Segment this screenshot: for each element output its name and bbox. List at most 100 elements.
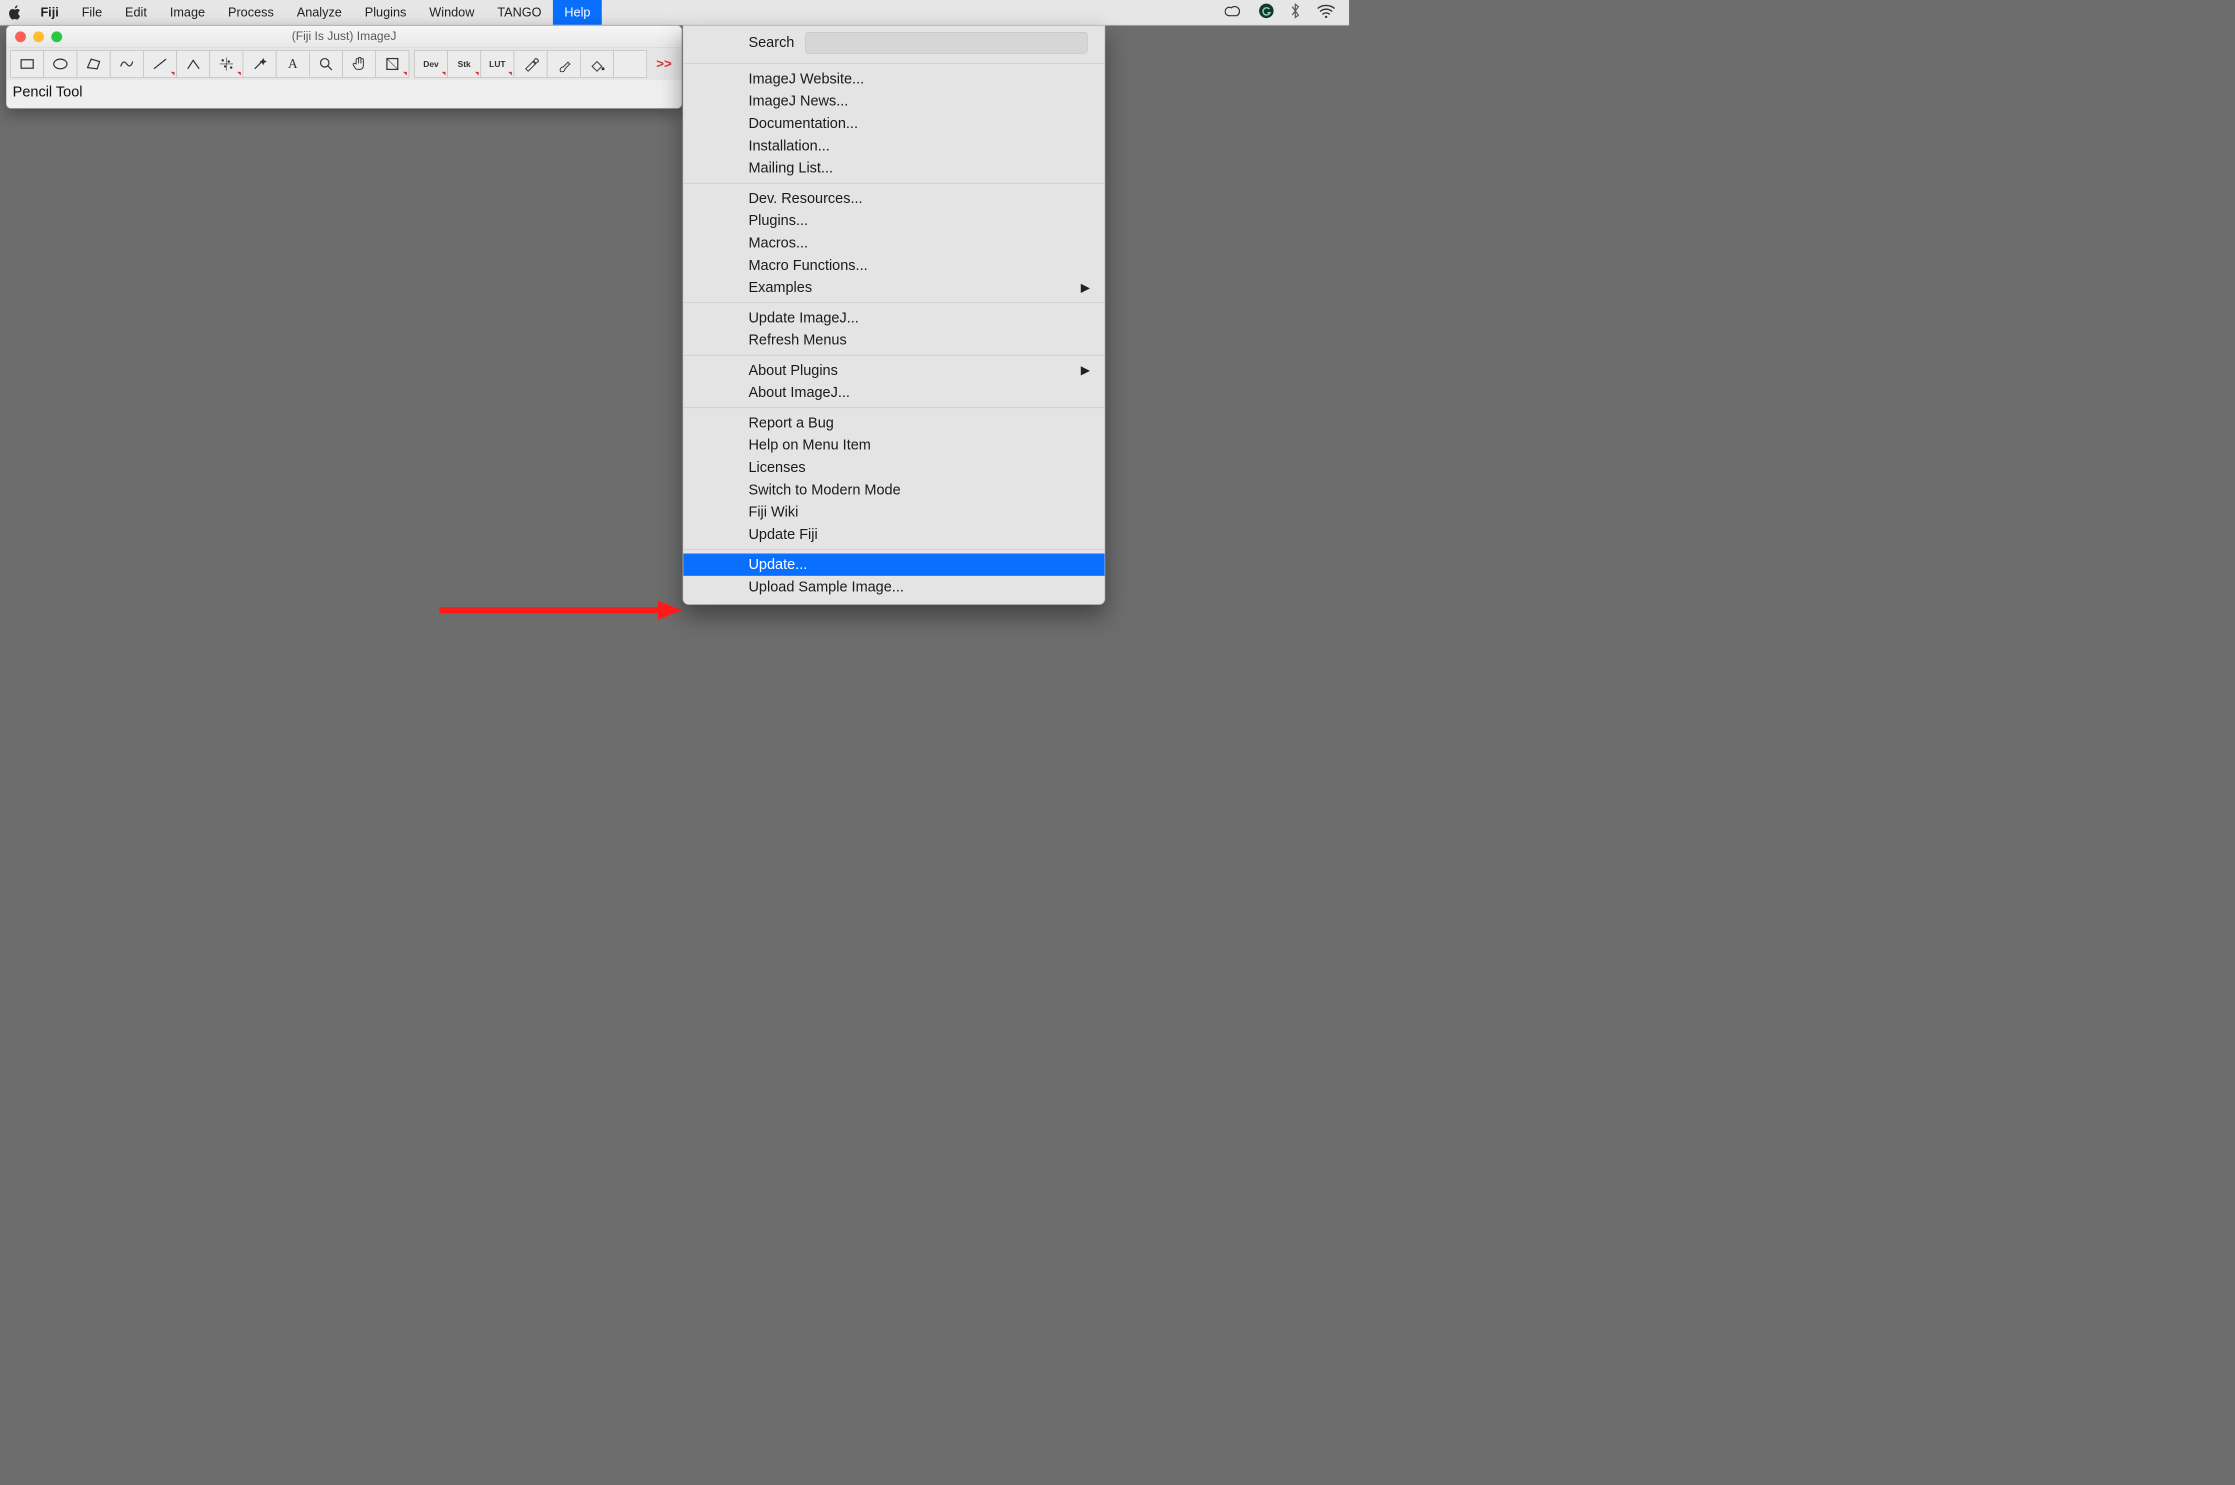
help-menu-item-about-plugins[interactable]: About Plugins ▶ (683, 359, 1104, 381)
menu-item-tango[interactable]: TANGO (486, 0, 553, 25)
menu-separator (683, 183, 1104, 184)
help-menu-item-dev-resources[interactable]: Dev. Resources... (683, 187, 1104, 209)
color-picker-tool-icon (384, 56, 401, 73)
help-menu-item-macros[interactable]: Macros... (683, 232, 1104, 254)
flood-fill-tool-icon (589, 56, 606, 73)
hand-tool-icon (351, 56, 368, 73)
lut-tool[interactable]: LUT (480, 50, 514, 78)
help-menu-item-installation[interactable]: Installation... (683, 135, 1104, 157)
help-search-input[interactable] (805, 32, 1087, 54)
grammarly-icon[interactable] (1259, 3, 1275, 22)
help-menu-item-upload-sample-image[interactable]: Upload Sample Image... (683, 576, 1104, 598)
help-search-label: Search (748, 34, 794, 51)
dropdown-indicator-icon (171, 72, 175, 76)
hand-tool[interactable] (342, 50, 376, 78)
menu-item-edit[interactable]: Edit (114, 0, 159, 25)
wifi-icon[interactable] (1316, 3, 1335, 21)
window-zoom-button[interactable] (51, 31, 62, 42)
dropdown-indicator-icon (237, 72, 241, 76)
help-menu-item-mailing-list[interactable]: Mailing List... (683, 157, 1104, 179)
help-menu-item-licenses[interactable]: Licenses (683, 456, 1104, 478)
help-menu-item-refresh-menus[interactable]: Refresh Menus (683, 329, 1104, 351)
window-controls (15, 31, 62, 42)
menu-item-process[interactable]: Process (217, 0, 286, 25)
menu-item-help[interactable]: Help (553, 0, 602, 25)
menu-item-image[interactable]: Image (158, 0, 216, 25)
help-menu-item-update-imagej[interactable]: Update ImageJ... (683, 307, 1104, 329)
empty-tool[interactable] (613, 50, 647, 78)
help-menu-item-report-a-bug[interactable]: Report a Bug (683, 412, 1104, 434)
menu-item-label: Examples (748, 279, 812, 296)
rectangle-tool[interactable] (10, 50, 44, 78)
help-menu-item-about-imagej[interactable]: About ImageJ... (683, 381, 1104, 403)
more-tools[interactable]: >> (652, 50, 676, 78)
stacks-tool[interactable]: Stk (447, 50, 481, 78)
menu-item-label: Refresh Menus (748, 332, 846, 349)
menu-separator (683, 302, 1104, 303)
help-menu-item-help-on-menu-item[interactable]: Help on Menu Item (683, 434, 1104, 456)
polygon-tool[interactable] (77, 50, 111, 78)
menu-item-label: Licenses (748, 459, 805, 476)
menu-app-name[interactable]: Fiji (29, 0, 70, 25)
menu-item-label: Documentation... (748, 115, 858, 132)
macos-menubar: Fiji FileEditImageProcessAnalyzePluginsW… (0, 0, 1349, 25)
menu-item-label: Dev. Resources... (748, 190, 862, 207)
bluetooth-icon[interactable] (1290, 2, 1301, 23)
freehand-tool-icon (118, 56, 135, 73)
menu-item-label: Installation... (748, 137, 829, 154)
help-menu-item-examples[interactable]: Examples ▶ (683, 276, 1104, 298)
magnify-tool[interactable] (309, 50, 343, 78)
menu-item-label: ImageJ Website... (748, 70, 864, 87)
line-tool-icon (152, 56, 169, 73)
angle-tool[interactable] (176, 50, 210, 78)
menu-item-plugins[interactable]: Plugins (353, 0, 418, 25)
menu-separator (683, 549, 1104, 550)
paintbrush-tool[interactable] (547, 50, 581, 78)
help-menu-item-imagej-website[interactable]: ImageJ Website... (683, 68, 1104, 90)
freehand-tool[interactable] (110, 50, 144, 78)
multipoint-tool[interactable] (209, 50, 243, 78)
line-tool[interactable] (143, 50, 177, 78)
help-menu-item-imagej-news[interactable]: ImageJ News... (683, 90, 1104, 112)
menu-item-label: Upload Sample Image... (748, 579, 903, 596)
creative-cloud-icon[interactable] (1225, 4, 1243, 21)
pencil-tool[interactable] (514, 50, 548, 78)
menu-item-label: Mailing List... (748, 160, 833, 177)
menu-item-label: Help on Menu Item (748, 437, 870, 454)
submenu-chevron-icon: ▶ (1081, 363, 1090, 378)
help-menu-item-macro-functions[interactable]: Macro Functions... (683, 254, 1104, 276)
menu-item-label: Macro Functions... (748, 257, 867, 274)
oval-tool[interactable] (43, 50, 77, 78)
menu-item-file[interactable]: File (70, 0, 113, 25)
help-menu-item-switch-to-modern-mode[interactable]: Switch to Modern Mode (683, 479, 1104, 501)
help-menu-item-fiji-wiki[interactable]: Fiji Wiki (683, 501, 1104, 523)
imagej-window: (Fiji Is Just) ImageJ ADevStkLUT>> Penci… (6, 25, 682, 108)
help-menu-item-plugins[interactable]: Plugins... (683, 209, 1104, 231)
menubar-left: Fiji FileEditImageProcessAnalyzePluginsW… (0, 0, 602, 25)
paintbrush-tool-icon (555, 56, 572, 73)
help-menu-item-update-fiji[interactable]: Update Fiji (683, 523, 1104, 545)
submenu-chevron-icon: ▶ (1081, 280, 1090, 295)
window-minimize-button[interactable] (33, 31, 44, 42)
menu-item-label: Update Fiji (748, 526, 817, 543)
text-tool[interactable]: A (276, 50, 310, 78)
menu-item-analyze[interactable]: Analyze (285, 0, 353, 25)
imagej-titlebar[interactable]: (Fiji Is Just) ImageJ (7, 26, 682, 48)
help-menu-item-documentation[interactable]: Documentation... (683, 112, 1104, 134)
menu-separator (683, 63, 1104, 64)
help-dropdown-menu: Search ImageJ Website... ImageJ News... Do… (683, 25, 1106, 604)
menubar-right (1225, 2, 1349, 23)
flood-fill-tool[interactable] (580, 50, 614, 78)
apple-logo-icon[interactable] (0, 5, 29, 21)
help-search-row: Search (683, 26, 1104, 60)
dev-tool[interactable]: Dev (414, 50, 448, 78)
pencil-tool-icon (522, 56, 539, 73)
apple-icon (8, 5, 21, 21)
help-menu-item-update[interactable]: Update... (683, 554, 1104, 576)
wand-tool[interactable] (243, 50, 277, 78)
window-close-button[interactable] (15, 31, 26, 42)
menu-item-window[interactable]: Window (418, 0, 486, 25)
color-picker-tool[interactable] (375, 50, 409, 78)
menu-item-label: About Plugins (748, 362, 837, 379)
dropdown-indicator-icon (508, 72, 512, 76)
